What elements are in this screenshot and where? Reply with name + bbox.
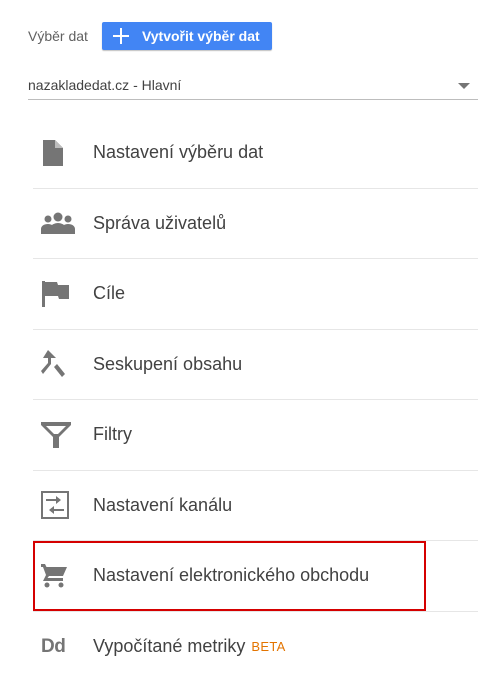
people-icon — [33, 207, 81, 239]
menu-item-channel-settings[interactable]: Nastavení kanálu — [33, 471, 478, 541]
document-icon — [33, 137, 81, 169]
menu-item-label: Seskupení obsahu — [93, 353, 243, 374]
view-select[interactable]: nazakladedat.cz - Hlavní — [28, 70, 478, 100]
menu-item-filters[interactable]: Filtry — [33, 400, 478, 471]
dd-icon-text: Dd — [41, 635, 66, 657]
dd-icon: Dd — [33, 631, 81, 663]
flag-icon — [33, 278, 81, 310]
create-view-label: Vytvořit výběr dat — [141, 28, 260, 44]
menu-item-calculated-metrics[interactable]: Dd Vypočítané metriky BETA — [33, 612, 478, 679]
menu-item-view-settings[interactable]: Nastavení výběru dat — [33, 118, 478, 189]
menu-item-label: Filtry — [93, 424, 132, 445]
beta-badge: BETA — [251, 639, 286, 655]
menu-item-ecommerce-settings[interactable]: Nastavení elektronického obchodu — [33, 541, 478, 612]
menu-item-goals[interactable]: Cíle — [33, 259, 478, 330]
menu-item-label: Nastavení kanálu — [93, 494, 233, 515]
view-select-value: nazakladedat.cz - Hlavní — [28, 76, 182, 93]
admin-menu: Nastavení výběru dat Správa uživatelů Cí… — [33, 118, 478, 679]
menu-item-label: Nastavení elektronického obchodu — [93, 565, 370, 586]
menu-item-user-management[interactable]: Správa uživatelů — [33, 189, 478, 259]
filter-icon — [33, 419, 81, 451]
menu-item-label: Vypočítané metriky — [93, 636, 246, 657]
create-view-button[interactable]: Vytvořit výběr dat — [101, 22, 272, 50]
view-header: Výběr dat Vytvořit výběr dat — [28, 22, 272, 50]
menu-item-label: Správa uživatelů — [93, 212, 227, 233]
cart-icon — [33, 560, 81, 592]
merge-icon — [33, 348, 81, 380]
menu-item-label: Cíle — [93, 283, 126, 304]
menu-item-label: Nastavení výběru dat — [93, 142, 264, 163]
menu-item-content-grouping[interactable]: Seskupení obsahu — [33, 330, 478, 400]
view-label: Výběr dat — [28, 28, 88, 44]
channel-settings-icon — [33, 489, 81, 521]
plus-icon — [112, 28, 129, 44]
dropdown-caret-icon[interactable] — [458, 82, 470, 89]
